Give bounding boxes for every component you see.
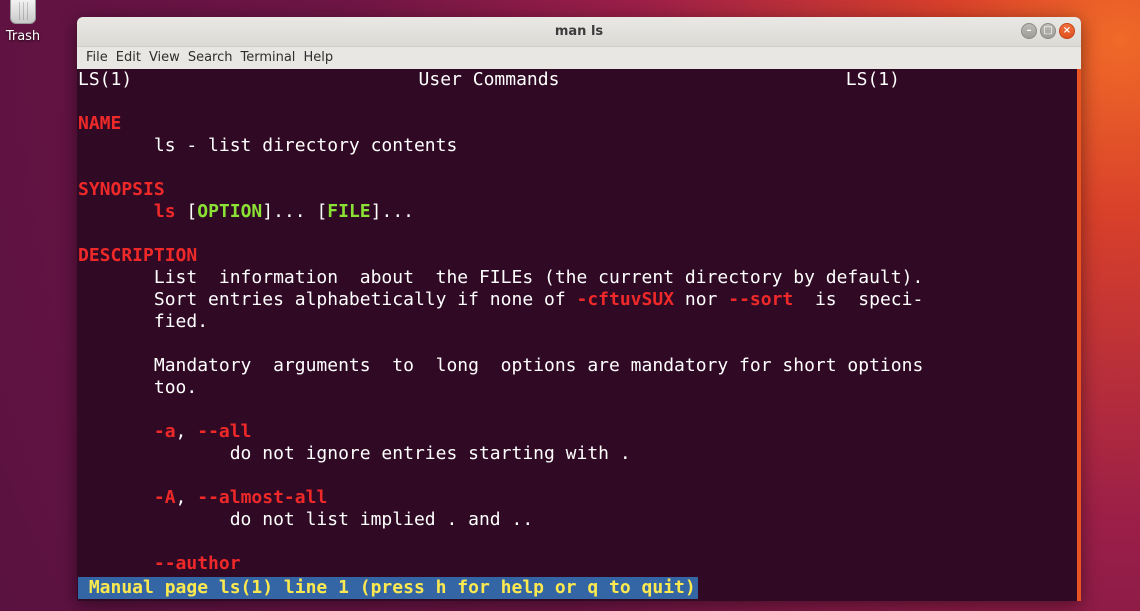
header-left: LS(1) [78,69,133,90]
menu-terminal[interactable]: Terminal [236,47,299,69]
man-header: LS(1) User Commands LS(1) [78,69,900,91]
window-controls: – □ × [1021,23,1075,39]
option-almost-all-line: -A, --almost-all [78,487,1081,509]
menu-edit[interactable]: Edit [112,47,145,69]
desc-option-cftuvsux: -cftuvSUX [576,289,675,310]
synopsis-mid: ]... [ [262,201,328,222]
header-center: User Commands [418,69,560,90]
name-text: ls - list directory contents [153,135,458,156]
section-description-heading: DESCRIPTION [78,245,198,266]
option-separator: , [175,487,198,508]
minimize-button[interactable]: – [1021,23,1037,39]
section-name-heading: NAME [78,113,122,134]
terminal-window[interactable]: man ls – □ × File Edit View Search Termi… [77,17,1081,601]
option-a-short: -a [153,421,176,442]
synopsis-close: ]... [370,201,415,222]
option-all-desc-line: do not ignore entries starting with . [78,443,1081,465]
mandatory-text-2: too. [153,377,198,398]
trash-label: Trash [5,29,41,44]
desc-text-1: List information about the FILEs (the cu… [153,267,924,288]
window-title: man ls [554,24,604,39]
menubar: File Edit View Search Terminal Help [77,47,1081,69]
desc-text-2b: nor [674,289,729,310]
desc-line-2: Sort entries alphabetically if none of -… [78,289,1081,311]
terminal-content[interactable]: LS(1) User Commands LS(1) NAME ls - list… [77,69,1081,601]
synopsis-file: FILE [327,201,371,222]
synopsis-option: OPTION [197,201,263,222]
name-line: ls - list directory contents [78,135,1081,157]
menu-file[interactable]: File [82,47,112,69]
menu-help[interactable]: Help [299,47,337,69]
titlebar[interactable]: man ls – □ × [77,17,1081,47]
close-button[interactable]: × [1059,23,1075,39]
option-a-long: --all [197,421,252,442]
menu-search[interactable]: Search [184,47,237,69]
maximize-button[interactable]: □ [1040,23,1056,39]
option-A-short: -A [153,487,176,508]
option-author-line: --author [78,553,1081,575]
option-author: --author [153,553,241,574]
option-all-line: -a, --all [78,421,1081,443]
desc-text-3: fied. [153,311,209,332]
section-synopsis-heading: SYNOPSIS [78,179,165,200]
option-a-desc: do not ignore entries starting with . [229,443,631,464]
desc-line-1: List information about the FILEs (the cu… [78,267,1081,289]
option-separator: , [175,421,198,442]
scrollbar[interactable] [1077,69,1081,601]
desc-option-sort: --sort [728,289,794,310]
option-almost-all-desc-line: do not list implied . and .. [78,509,1081,531]
desc-text-2a: Sort entries alphabetically if none of [153,289,577,310]
pager-status-bar: Manual page ls(1) line 1 (press h for he… [78,577,698,599]
menu-view[interactable]: View [145,47,184,69]
synopsis-bracket: [ [186,201,198,222]
option-A-long: --almost-all [197,487,328,508]
synopsis-command: ls [153,201,176,222]
mandatory-line-1: Mandatory arguments to long options are … [78,355,1081,377]
desc-text-2c: is speci- [793,289,924,310]
synopsis-line: ls [OPTION]... [FILE]... [78,201,1081,223]
mandatory-line-2: too. [78,377,1081,399]
option-A-desc: do not list implied . and .. [229,509,534,530]
header-right: LS(1) [845,69,900,90]
mandatory-text-1: Mandatory arguments to long options are … [153,355,924,376]
desc-line-3: fied. [78,311,1081,333]
trash-icon[interactable] [10,0,36,24]
desktop-trash[interactable]: Trash [0,0,46,48]
